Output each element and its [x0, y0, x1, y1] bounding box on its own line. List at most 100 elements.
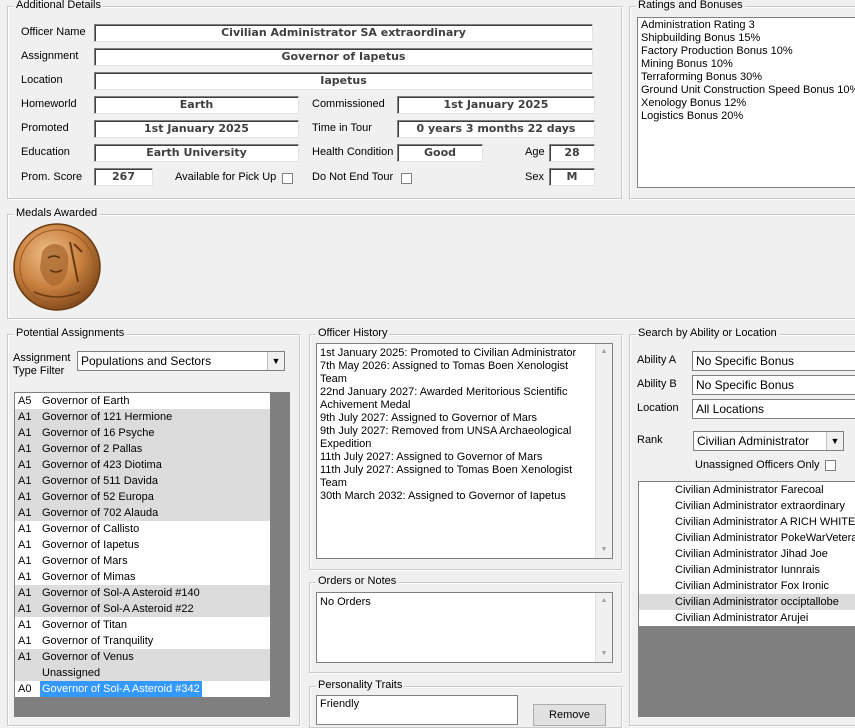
search-result-item[interactable]: Civilian Administrator Farecoal — [639, 482, 855, 498]
rating-item: Terraforming Bonus 30% — [641, 71, 763, 83]
assignment-code: A1 — [18, 571, 32, 583]
assignment-list-item[interactable]: A1 Governor of 511 Davida — [15, 473, 270, 489]
rating-item: Administration Rating 3 — [641, 19, 755, 31]
assignment-list-item[interactable]: A1 Governor of Mars — [15, 553, 270, 569]
commissioned-field[interactable]: 1st January 2025 — [397, 96, 595, 114]
sex-field[interactable]: M — [549, 168, 595, 186]
assignment-list-item[interactable]: Unassigned — [15, 665, 270, 681]
history-line: 30th March 2032: Assigned to Governor of… — [320, 490, 566, 502]
promoted-field[interactable]: 1st January 2025 — [94, 120, 299, 138]
ability-b-label: Ability B — [637, 378, 677, 390]
do-not-end-tour-checkbox[interactable] — [401, 173, 412, 184]
assignment-field[interactable]: Governor of Iapetus — [94, 48, 593, 66]
officer-name-field[interactable]: Civilian Administrator SA extraordinary — [94, 24, 593, 42]
assignment-name: Governor of Mimas — [42, 571, 136, 583]
education-field[interactable]: Earth University — [94, 144, 299, 162]
health-label: Health Condition — [312, 146, 394, 158]
assignment-list-item[interactable]: A1 Governor of 423 Diotima — [15, 457, 270, 473]
assignment-list-item[interactable]: A1 Governor of Mimas — [15, 569, 270, 585]
rank-dropdown[interactable]: Civilian Administrator ▼ — [693, 431, 844, 451]
assignment-list-item[interactable]: A1 Governor of Tranquility — [15, 633, 270, 649]
assignment-name: Governor of 511 Davida — [42, 475, 158, 487]
assignment-code: A1 — [18, 443, 32, 455]
search-location-select[interactable]: All Locations — [692, 399, 855, 419]
potential-assignments-title: Potential Assignments — [14, 327, 127, 339]
do-not-end-tour-label: Do Not End Tour — [312, 171, 394, 183]
assignment-list-item[interactable]: A1 Governor of 702 Alauda — [15, 505, 270, 521]
rating-item: Xenology Bonus 12% — [641, 97, 747, 109]
assignment-name: Unassigned — [42, 667, 101, 679]
scroll-down-icon[interactable]: ▼ — [596, 646, 612, 662]
scroll-up-icon[interactable]: ▲ — [596, 593, 612, 609]
search-result-item[interactable]: Civilian Administrator A RICH WHITE MAN — [639, 514, 855, 530]
assignment-name: Governor of Mars — [42, 555, 128, 567]
assignment-name: Governor of Iapetus — [42, 539, 140, 551]
orders-title: Orders or Notes — [316, 575, 399, 587]
age-field[interactable]: 28 — [549, 144, 595, 162]
search-result-item[interactable]: Civilian Administrator occiptallobe — [639, 594, 855, 610]
search-result-item[interactable]: Civilian Administrator PokeWarVeteran — [639, 530, 855, 546]
history-line: 9th July 2027: Assigned to Governor of M… — [320, 412, 538, 424]
assignment-list-item[interactable]: A1 Governor of 16 Psyche — [15, 425, 270, 441]
search-result-item[interactable]: Civilian Administrator extraordinary — [639, 498, 855, 514]
history-line: 1st January 2025: Promoted to Civilian A… — [320, 347, 577, 359]
assignment-name: Governor of Sol-A Asteroid #22 — [42, 603, 194, 615]
assignment-list-item[interactable]: A1 Governor of 121 Hermione — [15, 409, 270, 425]
filter-label-line2: Type Filter — [13, 365, 65, 377]
search-result-item[interactable]: Civilian Administrator Fox Ironic — [639, 578, 855, 594]
scroll-up-icon[interactable]: ▲ — [596, 344, 612, 360]
officer-history-box[interactable]: 1st January 2025: Promoted to Civilian A… — [316, 343, 613, 559]
trait-item[interactable]: Friendly — [320, 698, 359, 710]
location-label: Location — [21, 74, 63, 86]
ratings-list[interactable]: Administration Rating 3 Shipbuilding Bon… — [637, 17, 855, 188]
prom-score-field[interactable]: 267 — [94, 168, 153, 186]
assignment-list-item[interactable]: A1 Governor of 52 Europa — [15, 489, 270, 505]
search-result-item[interactable]: Civilian Administrator Arujei — [639, 610, 855, 626]
age-label: Age — [525, 146, 545, 158]
assignment-code: A1 — [18, 651, 32, 663]
assignment-type-filter-value: Populations and Sectors — [81, 354, 212, 368]
assignment-list-item[interactable]: A5 Governor of Earth — [15, 393, 270, 409]
assignment-list-item[interactable]: A1 Governor of Venus — [15, 649, 270, 665]
remove-trait-button[interactable]: Remove — [533, 704, 606, 726]
assignment-name: Governor of Titan — [42, 619, 127, 631]
unassigned-only-checkbox[interactable] — [825, 460, 836, 471]
rank-label: Rank — [637, 434, 663, 446]
assignment-list-item[interactable]: A1 Governor of 2 Pallas — [15, 441, 270, 457]
assignment-name: Governor of 423 Diotima — [42, 459, 162, 471]
filter-label-line1: Assignment — [13, 352, 71, 364]
homeworld-field[interactable]: Earth — [94, 96, 299, 114]
assignment-list-item[interactable]: A0 Governor of Sol-A Asteroid #342 — [15, 681, 270, 697]
orders-box[interactable]: No Orders ▲ ▼ — [316, 592, 613, 663]
medals-title: Medals Awarded — [14, 207, 100, 219]
chevron-down-icon[interactable]: ▼ — [826, 432, 843, 450]
assignment-list-item[interactable]: A1 Governor of Callisto — [15, 521, 270, 537]
scroll-down-icon[interactable]: ▼ — [596, 542, 612, 558]
traits-list[interactable]: Friendly — [316, 695, 518, 725]
assignment-name: Governor of Venus — [42, 651, 134, 663]
ability-a-select[interactable]: No Specific Bonus — [692, 351, 855, 371]
search-result-item[interactable]: Civilian Administrator Iunnrais — [639, 562, 855, 578]
assignment-name: Governor of Sol-A Asteroid #342 — [40, 681, 202, 697]
assignment-type-filter-dropdown[interactable]: Populations and Sectors ▼ — [77, 351, 285, 371]
location-field[interactable]: Iapetus — [94, 72, 593, 90]
pickup-checkbox[interactable] — [282, 173, 293, 184]
assignment-list-item[interactable]: A1 Governor of Titan — [15, 617, 270, 633]
history-line: 11th July 2027: Assigned to Tomas Boen X… — [320, 464, 573, 489]
assignment-list-item[interactable]: A1 Governor of Iapetus — [15, 537, 270, 553]
chevron-down-icon[interactable]: ▼ — [267, 352, 284, 370]
orders-scrollbar[interactable]: ▲ ▼ — [595, 593, 612, 662]
time-in-tour-field[interactable]: 0 years 3 months 22 days — [397, 120, 595, 138]
search-results-list[interactable]: Civilian Administrator Farecoal Civilian … — [638, 481, 855, 627]
assignment-list-item[interactable]: A1 Governor of Sol-A Asteroid #22 — [15, 601, 270, 617]
search-result-item[interactable]: Civilian Administrator Jihad Joe — [639, 546, 855, 562]
assignment-name: Governor of Sol-A Asteroid #140 — [42, 587, 200, 599]
assignment-code: A1 — [18, 539, 32, 551]
history-scrollbar[interactable]: ▲ ▼ — [595, 344, 612, 558]
assignment-list-item[interactable]: A1 Governor of Sol-A Asteroid #140 — [15, 585, 270, 601]
health-field[interactable]: Good — [397, 144, 483, 162]
rank-value: Civilian Administrator — [697, 434, 810, 448]
ability-b-select[interactable]: No Specific Bonus — [692, 375, 855, 395]
medal-icon[interactable] — [12, 222, 102, 312]
assignments-list[interactable]: A5 Governor of Earth A1 Governor of 121 Her… — [14, 392, 271, 698]
